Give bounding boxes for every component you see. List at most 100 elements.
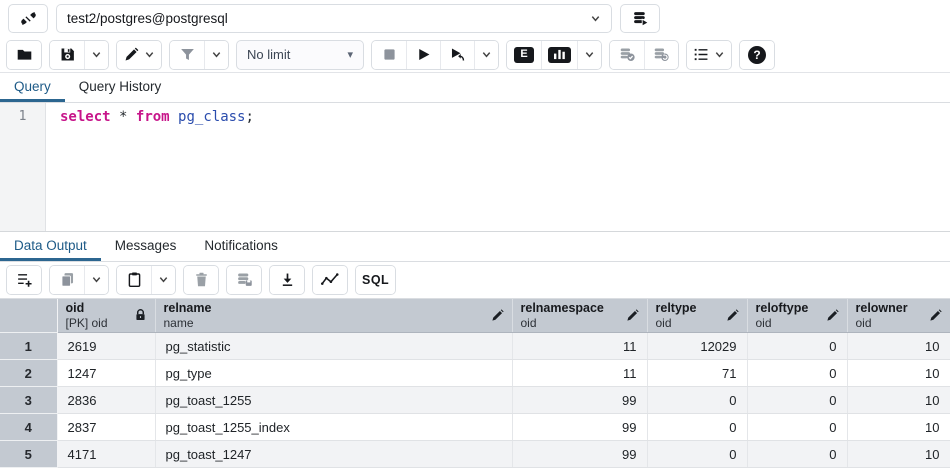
tab-notifications[interactable]: Notifications: [190, 232, 292, 261]
cell-oid[interactable]: 1247: [57, 360, 155, 387]
table-row: 42837pg_toast_1255_index990010: [0, 414, 950, 441]
cell-reloftype[interactable]: 0: [747, 333, 847, 360]
row-number-cell[interactable]: 2: [0, 360, 57, 387]
sql-editor[interactable]: 1 select * from pg_class;: [0, 103, 950, 231]
chevron-down-icon: [158, 274, 169, 285]
column-header-reloftype[interactable]: reloftypeoid: [747, 299, 847, 333]
sql-token-keyword: from: [136, 109, 170, 125]
execute-menu-button[interactable]: [474, 41, 498, 69]
save-file-button[interactable]: [50, 41, 84, 69]
column-header-oid[interactable]: oid[PK] oid: [57, 299, 155, 333]
filter-button[interactable]: [170, 41, 204, 69]
chevron-down-icon: [584, 49, 595, 60]
cell-relname[interactable]: pg_toast_1255: [155, 387, 512, 414]
new-connection-button[interactable]: [620, 4, 660, 33]
execute-button[interactable]: [406, 41, 440, 69]
add-row-button[interactable]: [7, 266, 41, 294]
line-number: 1: [0, 109, 45, 124]
row-number-cell[interactable]: 4: [0, 414, 57, 441]
stop-button[interactable]: [372, 41, 406, 69]
column-name: reloftype: [756, 301, 809, 316]
column-header-reltype[interactable]: reltypeoid: [647, 299, 747, 333]
graph-visualiser-button[interactable]: [313, 266, 347, 294]
column-header-relowner[interactable]: relowneroid: [847, 299, 950, 333]
open-file-button[interactable]: [7, 41, 41, 69]
pencil-icon[interactable]: [929, 309, 942, 322]
row-number-cell[interactable]: 1: [0, 333, 57, 360]
cell-relname[interactable]: pg_toast_1255_index: [155, 414, 512, 441]
cell-oid[interactable]: 4171: [57, 441, 155, 468]
cell-relowner[interactable]: 10: [847, 387, 950, 414]
column-header-relname[interactable]: relnamename: [155, 299, 512, 333]
cell-reltype[interactable]: 12029: [647, 333, 747, 360]
row-limit-select[interactable]: No limit ▾: [236, 40, 364, 70]
connection-select-value: test2/postgres@postgresql: [67, 11, 582, 26]
pencil-icon[interactable]: [726, 309, 739, 322]
column-header-relnamespace[interactable]: relnamespaceoid: [512, 299, 647, 333]
cell-relnamespace[interactable]: 99: [512, 387, 647, 414]
row-number-cell[interactable]: 3: [0, 387, 57, 414]
download-icon: [279, 271, 296, 288]
pencil-icon[interactable]: [626, 309, 639, 322]
column-name: oid: [66, 301, 108, 316]
grid-corner-cell[interactable]: [0, 299, 57, 333]
cell-reloftype[interactable]: 0: [747, 387, 847, 414]
filter-menu-button[interactable]: [204, 41, 228, 69]
tab-data-output[interactable]: Data Output: [0, 232, 101, 261]
cell-reltype[interactable]: 0: [647, 387, 747, 414]
cell-reloftype[interactable]: 0: [747, 360, 847, 387]
cell-relowner[interactable]: 10: [847, 414, 950, 441]
commit-button[interactable]: [610, 41, 644, 69]
tab-messages[interactable]: Messages: [101, 232, 191, 261]
cell-relowner[interactable]: 10: [847, 360, 950, 387]
cell-reloftype[interactable]: 0: [747, 414, 847, 441]
pencil-icon[interactable]: [491, 309, 504, 322]
delete-row-button[interactable]: [184, 266, 218, 294]
pencil-icon[interactable]: [826, 309, 839, 322]
cell-reltype[interactable]: 71: [647, 360, 747, 387]
explain-menu-button[interactable]: [577, 41, 601, 69]
edit-menu-button[interactable]: [117, 41, 161, 69]
tab-query-history[interactable]: Query History: [65, 73, 176, 102]
download-results-button[interactable]: [270, 266, 304, 294]
sql-token-plain: [111, 109, 119, 125]
cell-relowner[interactable]: 10: [847, 333, 950, 360]
explain-analyze-button[interactable]: [541, 41, 577, 69]
save-file-menu-button[interactable]: [84, 41, 108, 69]
help-button[interactable]: ?: [740, 41, 774, 69]
rollback-icon: [653, 46, 670, 63]
cell-reloftype[interactable]: 0: [747, 441, 847, 468]
cell-relname[interactable]: pg_statistic: [155, 333, 512, 360]
connection-status-button[interactable]: [8, 4, 48, 33]
view-sql-button[interactable]: SQL: [356, 266, 395, 294]
macros-menu-button[interactable]: [687, 41, 731, 69]
connect-icon: [20, 10, 37, 27]
rollback-button[interactable]: [644, 41, 678, 69]
cell-oid[interactable]: 2836: [57, 387, 155, 414]
execute-from-cursor-button[interactable]: [440, 41, 474, 69]
cell-relnamespace[interactable]: 99: [512, 414, 647, 441]
tab-query[interactable]: Query: [0, 73, 65, 102]
explain-button[interactable]: E: [507, 41, 541, 69]
save-data-changes-button[interactable]: [227, 266, 261, 294]
cell-relname[interactable]: pg_type: [155, 360, 512, 387]
cell-oid[interactable]: 2837: [57, 414, 155, 441]
cell-relnamespace[interactable]: 99: [512, 441, 647, 468]
cell-oid[interactable]: 2619: [57, 333, 155, 360]
cell-relnamespace[interactable]: 11: [512, 360, 647, 387]
cell-relname[interactable]: pg_toast_1247: [155, 441, 512, 468]
copy-button[interactable]: [50, 266, 84, 294]
cell-reltype[interactable]: 0: [647, 414, 747, 441]
editor-code-area[interactable]: select * from pg_class;: [46, 103, 950, 231]
paste-menu-button[interactable]: [151, 266, 175, 294]
connection-select[interactable]: test2/postgres@postgresql: [56, 4, 612, 33]
cell-relnamespace[interactable]: 11: [512, 333, 647, 360]
explain-icon: E: [514, 47, 534, 63]
lock-icon: [134, 308, 147, 322]
cell-reltype[interactable]: 0: [647, 441, 747, 468]
paste-button[interactable]: [117, 266, 151, 294]
sql-token-keyword: select: [60, 109, 111, 125]
cell-relowner[interactable]: 10: [847, 441, 950, 468]
row-number-cell[interactable]: 5: [0, 441, 57, 468]
copy-menu-button[interactable]: [84, 266, 108, 294]
